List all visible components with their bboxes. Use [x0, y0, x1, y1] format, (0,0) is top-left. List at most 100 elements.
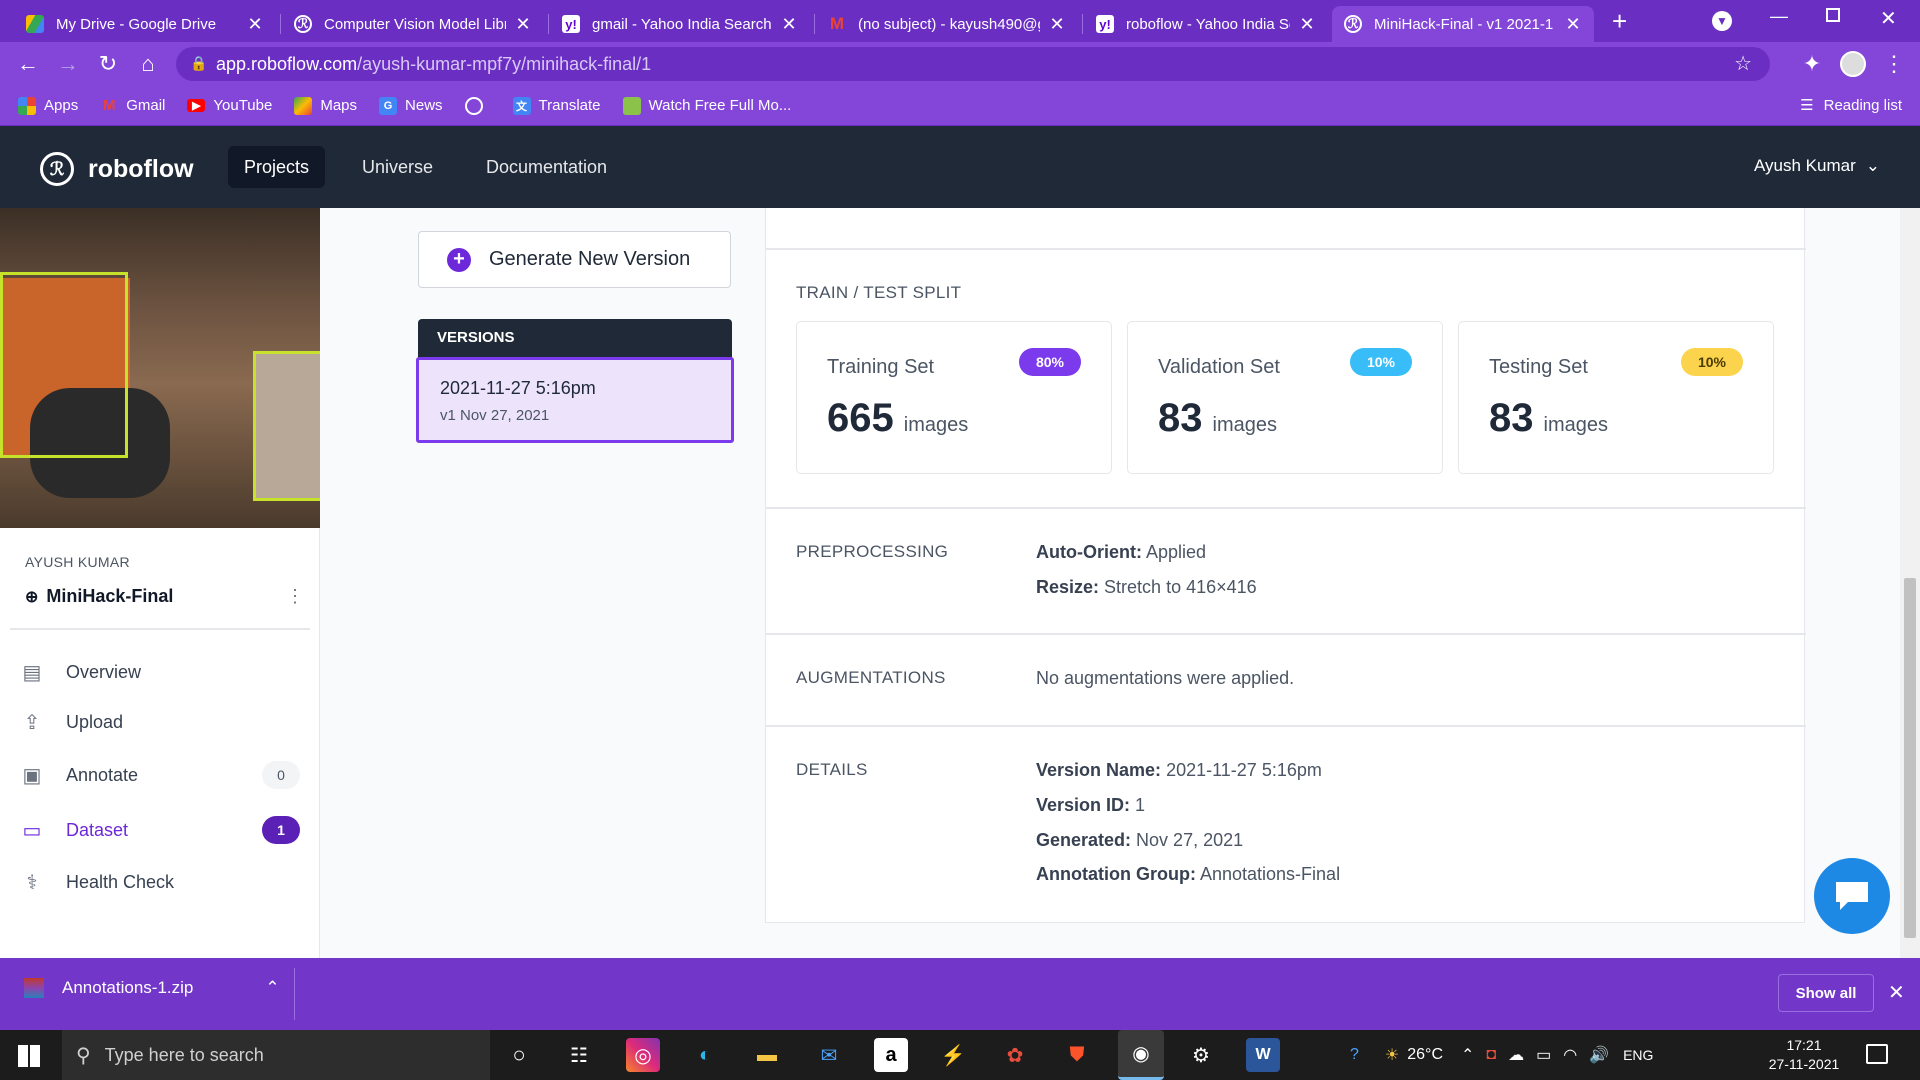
- taskbar-search[interactable]: ⚲ Type here to search: [62, 1030, 490, 1080]
- brand-name: roboflow: [88, 154, 194, 183]
- close-icon[interactable]: ✕: [780, 14, 798, 35]
- extensions-icon[interactable]: ✦: [1798, 50, 1826, 78]
- project-name-label: MiniHack-Final: [46, 586, 174, 606]
- more-menu-icon[interactable]: ⋮: [1880, 50, 1908, 78]
- temperature[interactable]: 26°C: [1407, 1046, 1443, 1064]
- windows-start-icon[interactable]: [18, 1045, 40, 1067]
- user-name: Ayush Kumar: [1754, 156, 1856, 175]
- sidebar-item-health-check[interactable]: ⚕ Health Check: [20, 862, 300, 902]
- task-view-icon[interactable]: ○: [502, 1038, 536, 1072]
- show-all-button[interactable]: Show all: [1778, 974, 1874, 1012]
- close-icon[interactable]: ✕: [1888, 980, 1905, 1005]
- gmail-icon: M: [102, 97, 116, 114]
- notifications-icon[interactable]: [1866, 1044, 1888, 1064]
- divider: [294, 968, 295, 1020]
- window-close-icon[interactable]: ✕: [1880, 6, 1897, 31]
- bookmark-gmail[interactable]: M Gmail: [100, 97, 165, 115]
- address-bar[interactable]: 🔒 app.roboflow.com/ayush-kumar-mpf7y/min…: [176, 47, 1770, 81]
- set-name: Validation Set: [1158, 356, 1280, 378]
- restore-icon[interactable]: [1826, 8, 1840, 22]
- download-item[interactable]: Annotations-1.zip ⌃: [24, 978, 280, 998]
- amazon-icon[interactable]: a: [874, 1038, 908, 1072]
- bookmark-translate[interactable]: 文 Translate: [512, 96, 601, 115]
- bookmark-news[interactable]: G News: [379, 96, 443, 115]
- close-icon[interactable]: ✕: [1298, 14, 1316, 35]
- profile-avatar[interactable]: [1840, 51, 1866, 77]
- browser-tab[interactable]: y! gmail - Yahoo India Search ✕: [550, 6, 810, 42]
- sidebar-item-label: Annotate: [66, 764, 139, 785]
- sidebar-item-upload[interactable]: ⇪ Upload: [20, 702, 300, 742]
- close-icon[interactable]: ✕: [1048, 14, 1066, 35]
- input-language[interactable]: ENG: [1623, 1047, 1653, 1063]
- battery-icon[interactable]: ▭: [1536, 1045, 1551, 1065]
- user-menu[interactable]: Ayush Kumar ⌄: [1754, 156, 1880, 176]
- browser-tab[interactable]: ℛ Computer Vision Model Libr ✕: [282, 6, 544, 42]
- new-tab-button[interactable]: +: [1612, 6, 1627, 37]
- bookmark-star-icon[interactable]: ☆: [1734, 51, 1752, 76]
- nav-projects[interactable]: Projects: [228, 146, 326, 188]
- chevron-up-icon[interactable]: ⌃: [265, 978, 279, 998]
- edge-icon[interactable]: ◐: [688, 1038, 722, 1072]
- tab-title: MiniHack-Final - v1 2021-1: [1374, 15, 1554, 33]
- bookmark-apps[interactable]: Apps: [18, 96, 78, 115]
- bookmark-watch[interactable]: Watch Free Full Mo...: [622, 96, 791, 115]
- brave-icon[interactable]: ⛊: [1060, 1038, 1094, 1072]
- volume-icon[interactable]: 🔊: [1589, 1045, 1609, 1065]
- chrome-icon[interactable]: ◉: [1118, 1030, 1164, 1080]
- instagram-icon[interactable]: ◎: [626, 1038, 660, 1072]
- chat-icon: [1836, 882, 1868, 910]
- browser-tab[interactable]: My Drive - Google Drive ✕: [14, 6, 276, 42]
- tab-search-icon[interactable]: ▼: [1712, 11, 1732, 31]
- sidebar-item-annotate[interactable]: ▣ Annotate 0: [20, 755, 300, 795]
- widgets-icon[interactable]: ☷: [562, 1038, 596, 1072]
- home-icon[interactable]: ⌂: [134, 50, 162, 78]
- close-icon[interactable]: ✕: [514, 14, 532, 35]
- project-name[interactable]: ⊕ MiniHack-Final: [25, 586, 173, 607]
- row-key: Version ID:: [1036, 795, 1131, 815]
- mcafee-icon[interactable]: ◘: [1486, 1046, 1496, 1064]
- chat-button[interactable]: [1814, 858, 1890, 934]
- mail-icon[interactable]: ✉: [812, 1038, 846, 1072]
- chevron-up-icon[interactable]: ⌃: [1461, 1045, 1474, 1065]
- settings-gear-icon[interactable]: ⚙: [1184, 1038, 1218, 1072]
- generate-version-button[interactable]: + Generate New Version: [418, 231, 731, 288]
- help-icon[interactable]: ?: [1350, 1046, 1359, 1064]
- bookmark-label: YouTube: [213, 97, 273, 114]
- file-explorer-icon[interactable]: ▬: [750, 1038, 784, 1072]
- bookmark-maps[interactable]: Maps: [294, 96, 357, 115]
- word-icon[interactable]: W: [1246, 1038, 1280, 1072]
- sidebar-item-overview[interactable]: ▤ Overview: [20, 652, 300, 692]
- roboflow-logo[interactable]: ℛ roboflow: [40, 152, 194, 186]
- onedrive-icon[interactable]: ☁: [1508, 1045, 1524, 1065]
- close-icon[interactable]: ✕: [1564, 14, 1582, 35]
- reading-list[interactable]: ☰ Reading list: [1800, 96, 1902, 115]
- app-icon[interactable]: ⚡: [936, 1038, 970, 1072]
- close-icon[interactable]: ✕: [246, 14, 264, 35]
- kebab-menu-icon[interactable]: ⋮: [286, 586, 304, 607]
- forward-icon[interactable]: →: [54, 50, 82, 78]
- nav-universe[interactable]: Universe: [346, 146, 449, 188]
- sidebar-item-label: Dataset: [66, 819, 129, 840]
- browser-tab[interactable]: y! roboflow - Yahoo India Sear ✕: [1084, 6, 1328, 42]
- version-item[interactable]: 2021-11-27 5:16pm v1 Nov 27, 2021: [416, 357, 734, 443]
- reload-icon[interactable]: ↻: [94, 50, 122, 78]
- page-scrollbar[interactable]: [1900, 208, 1920, 958]
- paint-icon[interactable]: ✿: [998, 1038, 1032, 1072]
- browser-tab[interactable]: M (no subject) - kayush490@g ✕: [816, 6, 1078, 42]
- stethoscope-icon: ⚕: [26, 871, 38, 894]
- globe-icon: ⊕: [25, 588, 39, 606]
- bookmark-youtube[interactable]: ▶ YouTube: [187, 97, 272, 114]
- sidebar-item-label: Health Check: [66, 871, 175, 892]
- wifi-icon[interactable]: ◠: [1563, 1045, 1577, 1065]
- nav-documentation[interactable]: Documentation: [470, 146, 623, 188]
- scrollbar-thumb[interactable]: [1904, 578, 1916, 938]
- back-icon[interactable]: ←: [14, 50, 42, 78]
- augmentations-label: AUGMENTATIONS: [796, 668, 946, 687]
- bookmark-globe[interactable]: [464, 96, 491, 115]
- minimize-icon[interactable]: —: [1770, 6, 1788, 27]
- clock[interactable]: 17:21 27-11-2021: [1764, 1036, 1844, 1074]
- browser-tab-active[interactable]: ℛ MiniHack-Final - v1 2021-1 ✕: [1332, 6, 1594, 42]
- preprocessing-row: Auto-Orient: Applied: [1036, 542, 1206, 563]
- sidebar-item-dataset[interactable]: ▭ Dataset 1: [20, 810, 300, 850]
- percent-badge: 10%: [1681, 348, 1743, 376]
